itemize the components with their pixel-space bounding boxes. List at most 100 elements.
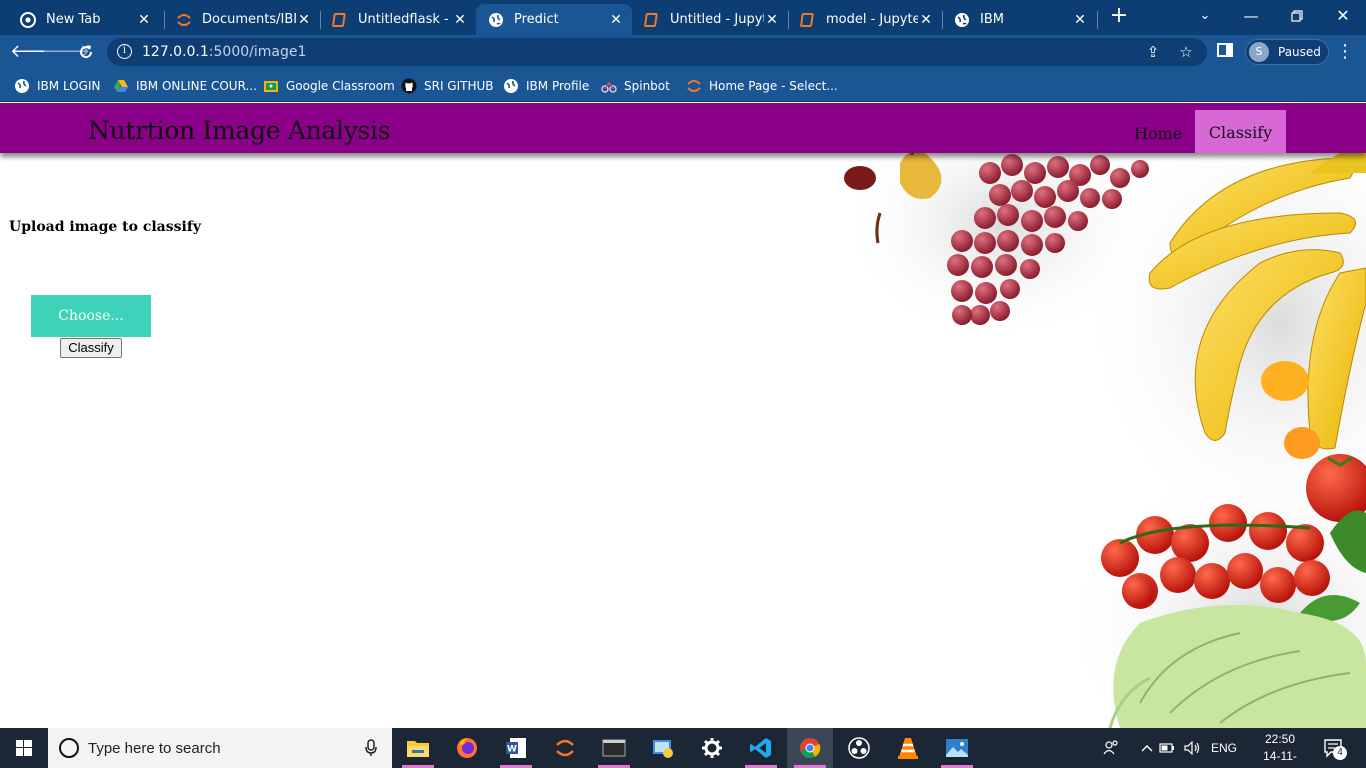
site-info-icon[interactable]: i (117, 44, 132, 59)
bookmark-home-page[interactable]: Home Page - Select... (686, 76, 838, 96)
microphone-icon[interactable] (364, 739, 378, 757)
tab-close-icon[interactable]: ✕ (296, 12, 312, 28)
tab-close-icon[interactable]: ✕ (918, 12, 934, 28)
windows-taskbar: Type here to search W ENG 22:50 14-11- 4 (0, 728, 1366, 768)
windows-logo-icon (16, 740, 32, 756)
globe-icon (14, 78, 30, 94)
tab-new-tab[interactable]: New Tab ✕ (8, 4, 160, 35)
terminal-icon (602, 739, 626, 757)
tab-predict[interactable]: Predict ✕ (476, 4, 632, 35)
firefox-app[interactable] (444, 728, 490, 768)
profile-button[interactable]: S Paused (1245, 39, 1329, 65)
notification-center-button[interactable]: 4 (1318, 728, 1350, 768)
bookmark-star-icon[interactable]: ☆ (1176, 42, 1196, 62)
photos-icon (946, 739, 968, 757)
address-bar[interactable]: i 127.0.0.1:5000/image1 ⇪ ☆ (107, 38, 1207, 66)
tab-close-icon[interactable]: ✕ (136, 12, 152, 28)
clock-time: 22:50 (1264, 732, 1296, 746)
more-menu-icon[interactable]: ⋮ (1336, 40, 1354, 64)
volume-icon[interactable] (1182, 728, 1204, 768)
jupyter-app[interactable] (542, 728, 588, 768)
tab-title: IBM (980, 12, 1004, 27)
vscode-app[interactable] (738, 728, 784, 768)
site-header: Nutrtion Image Analysis Home Classify (0, 103, 1366, 153)
taskbar-search-box[interactable]: Type here to search (48, 728, 392, 768)
language-indicator[interactable]: ENG (1208, 728, 1240, 768)
bookmark-spinbot[interactable]: Spinbot (601, 76, 670, 96)
photos-app[interactable] (934, 728, 980, 768)
tab-untitled-jupyter[interactable]: Untitled - Jupyter ✕ (632, 4, 788, 35)
obs-icon (848, 737, 870, 759)
bookmark-ibm-login[interactable]: IBM LOGIN (14, 76, 100, 96)
control-panel-icon (653, 740, 673, 758)
people-icon[interactable] (1100, 728, 1122, 768)
classify-button[interactable]: Classify (60, 338, 122, 358)
notification-badge: 4 (1333, 746, 1347, 760)
tab-close-icon[interactable]: ✕ (608, 12, 624, 28)
forward-button[interactable]: 🡒 (42, 40, 90, 64)
vscode-icon (750, 738, 771, 758)
github-icon (401, 78, 417, 94)
bookmark-ibm-profile[interactable]: IBM Profile (503, 76, 589, 96)
taskbar-clock[interactable]: 22:50 14-11-2022 (1256, 731, 1304, 768)
bookmarks-bar: IBM LOGIN IBM ONLINE COUR... Google Clas… (0, 69, 1366, 102)
tab-close-icon[interactable]: ✕ (452, 12, 468, 28)
show-hidden-icons-chevron-up-icon[interactable] (1138, 728, 1156, 768)
tab-close-icon[interactable]: ✕ (764, 12, 780, 28)
chrome-icon (20, 11, 36, 28)
battery-icon[interactable] (1158, 728, 1176, 768)
restore-button[interactable] (1285, 4, 1309, 28)
tab-search-chevron-icon[interactable]: ⌄ (1193, 4, 1217, 28)
tab-title: Untitled - Jupyter (670, 12, 764, 27)
google-drive-icon (113, 78, 129, 94)
tab-ibm[interactable]: IBM ✕ (942, 4, 1096, 35)
bookmark-sri-github[interactable]: SRI GITHUB (401, 76, 494, 96)
tab-close-icon[interactable]: ✕ (1072, 12, 1088, 28)
tab-title: model - Jupyter N (826, 12, 918, 27)
tab-title: New Tab (46, 12, 101, 27)
tab-documents[interactable]: Documents/IBM_ ✕ (164, 4, 320, 35)
tab-untitledflask[interactable]: Untitledflask - Jup ✕ (320, 4, 476, 35)
tab-strip: New Tab ✕ Documents/IBM_ ✕ Untitledflask… (0, 0, 1366, 35)
reload-button[interactable] (74, 40, 98, 64)
file-explorer-app[interactable] (395, 728, 441, 768)
vlc-icon (898, 738, 918, 759)
jupyter-icon (686, 78, 702, 94)
site-title: Nutrtion Image Analysis (88, 116, 391, 145)
minimize-button[interactable]: — (1239, 4, 1263, 28)
nav-classify-link[interactable]: Classify (1195, 110, 1286, 153)
vlc-app[interactable] (885, 728, 931, 768)
gear-icon (702, 738, 722, 758)
notebook-icon (644, 12, 660, 28)
nav-home-link[interactable]: Home (1134, 124, 1182, 143)
control-panel-app[interactable] (640, 728, 686, 768)
back-button[interactable]: 🡐 (10, 40, 58, 64)
bookmark-ibm-online-course[interactable]: IBM ONLINE COUR... (113, 76, 257, 96)
search-icon (59, 738, 79, 758)
bookmark-google-classroom[interactable]: Google Classroom (263, 76, 395, 96)
chrome-app[interactable] (787, 728, 833, 768)
folder-icon (407, 741, 429, 757)
globe-icon (488, 12, 504, 28)
jupyter-icon (556, 739, 574, 757)
terminal-app[interactable] (591, 728, 637, 768)
new-tab-button[interactable]: + (1108, 5, 1130, 28)
classroom-icon (263, 78, 279, 94)
side-panel-icon[interactable] (1217, 42, 1237, 62)
firefox-icon (457, 738, 477, 758)
upload-heading: Upload image to classify (9, 219, 201, 235)
share-icon[interactable]: ⇪ (1143, 42, 1163, 62)
choose-file-button[interactable]: Choose... (31, 295, 151, 337)
word-app[interactable]: W (493, 728, 539, 768)
start-button[interactable] (0, 728, 48, 768)
jupyter-icon (176, 12, 192, 28)
tab-model-jupyter[interactable]: model - Jupyter N ✕ (788, 4, 942, 35)
chrome-icon (800, 738, 821, 759)
tab-title: Untitledflask - Jup (358, 12, 452, 27)
url-text: 127.0.0.1:5000/image1 (142, 44, 307, 60)
spinbot-icon (601, 78, 617, 94)
settings-app[interactable] (689, 728, 735, 768)
obs-app[interactable] (836, 728, 882, 768)
close-window-button[interactable]: ✕ (1331, 4, 1355, 28)
profile-status: Paused (1278, 45, 1321, 59)
